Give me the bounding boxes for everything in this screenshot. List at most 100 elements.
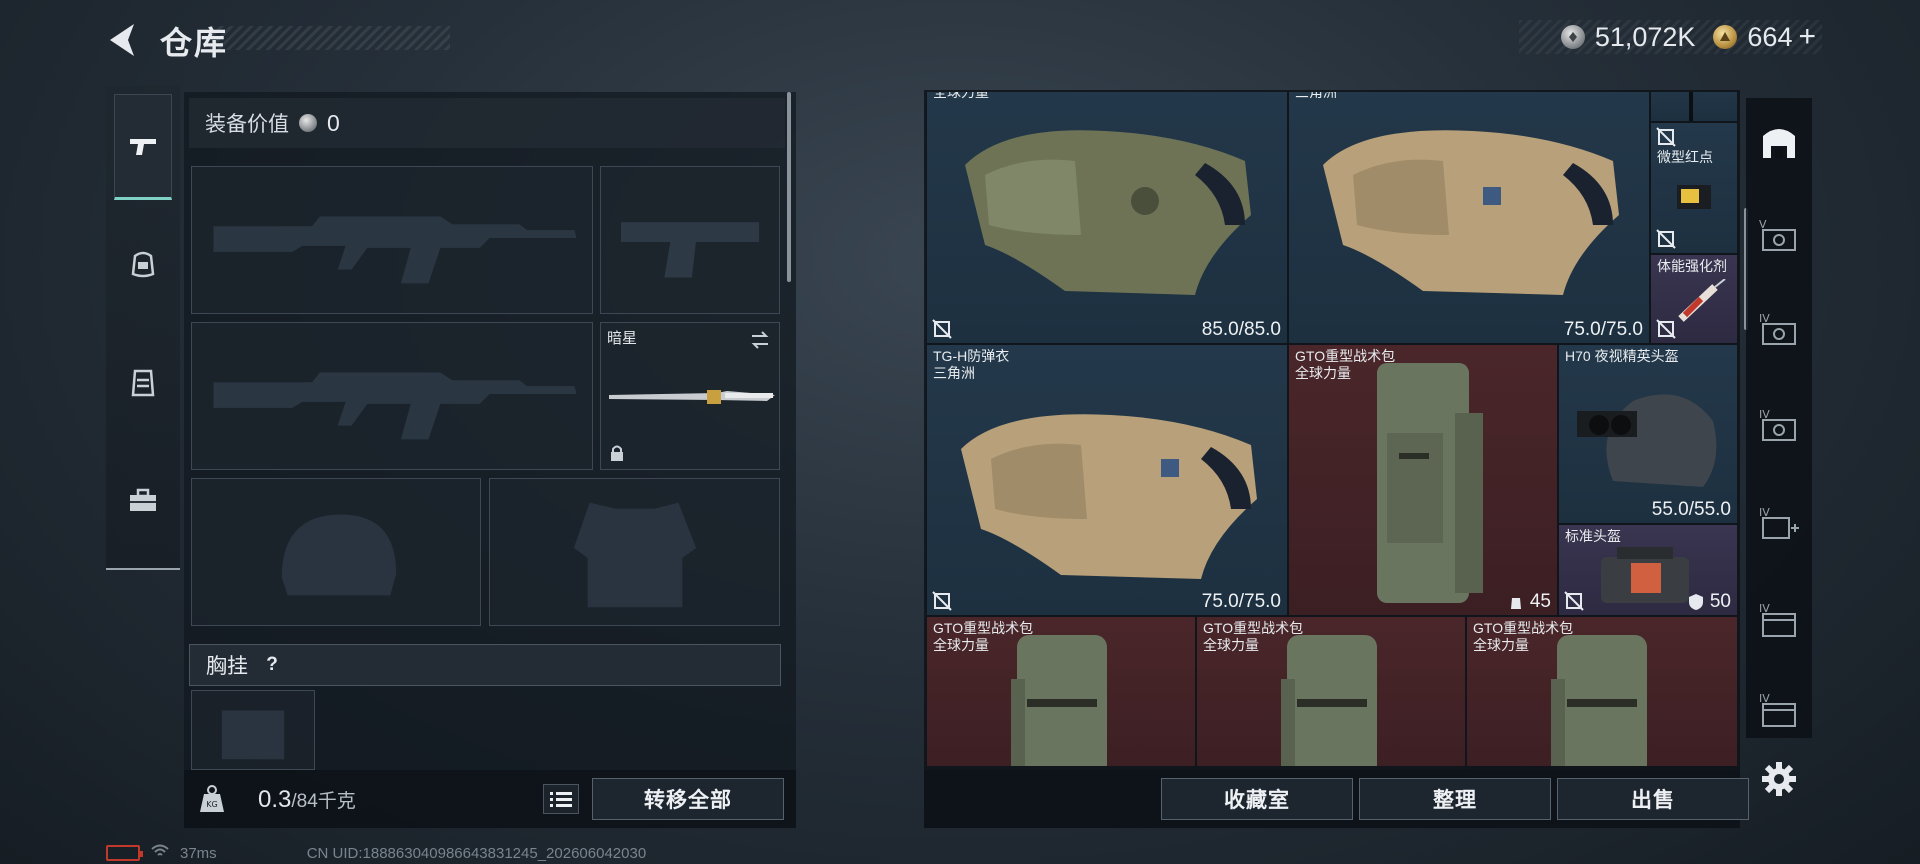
equipment-value: 0 [327, 109, 340, 136]
storage-v-icon: V [1759, 218, 1796, 251]
secondary-weapon-slot[interactable] [191, 322, 593, 470]
melee-slot[interactable]: 暗星 [600, 322, 780, 470]
tab-storage-iv-2[interactable]: IV [1752, 396, 1806, 456]
primary-weapon-slot[interactable] [191, 166, 593, 314]
storage-item[interactable] [1650, 92, 1738, 122]
transfer-all-button[interactable]: 转移全部 [592, 778, 784, 820]
no-insurance-icon [932, 591, 952, 611]
storage-item[interactable]: GTO重型战术包 全球力量 45 [1288, 344, 1558, 616]
vest-icon [131, 369, 155, 397]
back-arrow-icon[interactable] [104, 20, 144, 60]
rifle-silhouette-icon [213, 372, 577, 440]
list-view-button[interactable] [543, 784, 579, 814]
settings-gear-icon[interactable] [1760, 760, 1798, 798]
helmet-image [1577, 394, 1717, 487]
item-subtitle: 全球力量 [1473, 637, 1529, 653]
pistol-slot[interactable] [600, 166, 780, 314]
backpack-image [1551, 635, 1647, 766]
red-dot-sight-image [1677, 185, 1711, 209]
storage-item[interactable]: TG-H防弹衣 三角洲 75.0/75.0 [926, 344, 1288, 616]
page-title: 仓库 [160, 25, 229, 61]
item-armor: 50 [1688, 591, 1731, 613]
equipment-value-label: 装备价值 [205, 113, 289, 136]
help-icon[interactable]: ? [260, 653, 284, 677]
storage-item[interactable]: 三角洲 75.0/75.0 [1288, 92, 1650, 344]
item-durability: 75.0/75.0 [1201, 591, 1281, 612]
storage-grid: 全球力量 85.0/85.0 三角洲 75.0/75.0 微型红点 体能强化剂 … [926, 92, 1738, 766]
item-capacity-value: 45 [1529, 591, 1551, 612]
collection-room-button[interactable]: 收藏室 [1161, 778, 1353, 820]
storage-item[interactable]: GTO重型战术包 全球力量 [926, 616, 1196, 766]
tab-storage-add[interactable]: IV [1752, 494, 1806, 554]
backpack-image [1377, 363, 1483, 603]
vest-image [1323, 130, 1619, 295]
sell-button[interactable]: 出售 [1557, 778, 1749, 820]
silver-coin-icon [1560, 25, 1585, 49]
item-durability: 75.0/75.0 [1563, 319, 1643, 340]
gold-coin-icon [1713, 25, 1738, 49]
status-bar: 37ms CN UID:18886304098664383124­5_20260… [106, 842, 646, 864]
tab-storage-v[interactable]: V [1752, 206, 1806, 266]
chest-rig-section: 胸挂 ? [189, 644, 781, 686]
rail-item-gear[interactable] [114, 448, 172, 554]
storage-item[interactable]: 体能强化剂 [1650, 254, 1738, 344]
rail-item-helmets[interactable] [114, 212, 172, 318]
knife-image [609, 390, 775, 404]
rail-item-armor[interactable] [114, 330, 172, 436]
lock-icon [611, 445, 623, 461]
storage-iv-icon: IV [1759, 312, 1796, 345]
storage-item[interactable]: GTO重型战术包 全球力量 [1196, 616, 1466, 766]
item-durability: 85.0/85.0 [1201, 319, 1281, 340]
storage-iv-icon: IV [1759, 408, 1796, 441]
silver-coin-value: 51,072K [1594, 21, 1696, 52]
wifi-icon [150, 843, 170, 863]
no-insurance-icon [1656, 229, 1676, 249]
tab-warehouse[interactable] [1752, 112, 1806, 172]
add-currency-button[interactable]: + [1798, 20, 1816, 54]
ping-text: 37ms [180, 844, 217, 862]
antenna-image [1689, 92, 1693, 121]
sort-button[interactable]: 整理 [1359, 778, 1551, 820]
pistol-icon [130, 139, 156, 155]
rifle-silhouette-icon [213, 216, 577, 284]
tab-storage-iv-1[interactable]: IV [1752, 300, 1806, 360]
item-name: 三角洲 [1295, 92, 1337, 100]
melee-slot-name: 暗星 [607, 330, 638, 347]
chest-rig-slot[interactable] [191, 690, 315, 770]
item-subtitle: 全球力量 [933, 637, 989, 653]
item-name: H70 夜视精英头盔 [1565, 348, 1679, 364]
helmet-slot[interactable] [191, 478, 481, 626]
equipment-scrollbar[interactable] [787, 92, 791, 282]
helmet-silhouette-icon [281, 514, 397, 596]
storage-item[interactable]: H70 夜视精英头盔 55.0/55.0 [1558, 344, 1738, 524]
chest-rig-label: 胸挂 [206, 655, 248, 678]
equipment-value-header: 装备价值 0 [189, 98, 785, 148]
no-insurance-icon [1656, 319, 1676, 339]
item-capacity: 45 [1508, 591, 1551, 613]
helmet-icon [131, 251, 155, 278]
battery-icon [106, 845, 143, 861]
svg-text:KG: KG [206, 800, 217, 809]
rail-bottom-edge [106, 568, 180, 570]
storage-add-icon: IV [1759, 506, 1799, 539]
backpack-capacity-icon [1510, 598, 1521, 609]
backpack-image [1011, 635, 1107, 766]
swap-icon[interactable] [749, 329, 771, 351]
chest-rig-silhouette-icon [221, 710, 285, 760]
rail-item-weapons[interactable] [114, 94, 172, 200]
title-decoration [210, 26, 450, 50]
storage-item[interactable]: 微型红点 [1650, 122, 1738, 254]
category-rail [106, 86, 180, 570]
shield-icon [1688, 594, 1703, 610]
item-subtitle: 全球力量 [1295, 365, 1351, 381]
tab-storage-case-2[interactable]: IV [1752, 686, 1806, 734]
storage-item[interactable]: 全球力量 85.0/85.0 [926, 92, 1288, 344]
storage-item[interactable]: GTO重型战术包 全球力量 [1466, 616, 1738, 766]
item-durability: 55.0/55.0 [1651, 499, 1731, 520]
no-insurance-icon [932, 319, 952, 339]
no-insurance-icon [1656, 127, 1676, 147]
armor-slot[interactable] [489, 478, 780, 626]
tab-storage-case-1[interactable]: IV [1752, 590, 1806, 650]
vest-image [965, 130, 1251, 295]
storage-item[interactable]: 标准头盔 50 [1558, 524, 1738, 616]
